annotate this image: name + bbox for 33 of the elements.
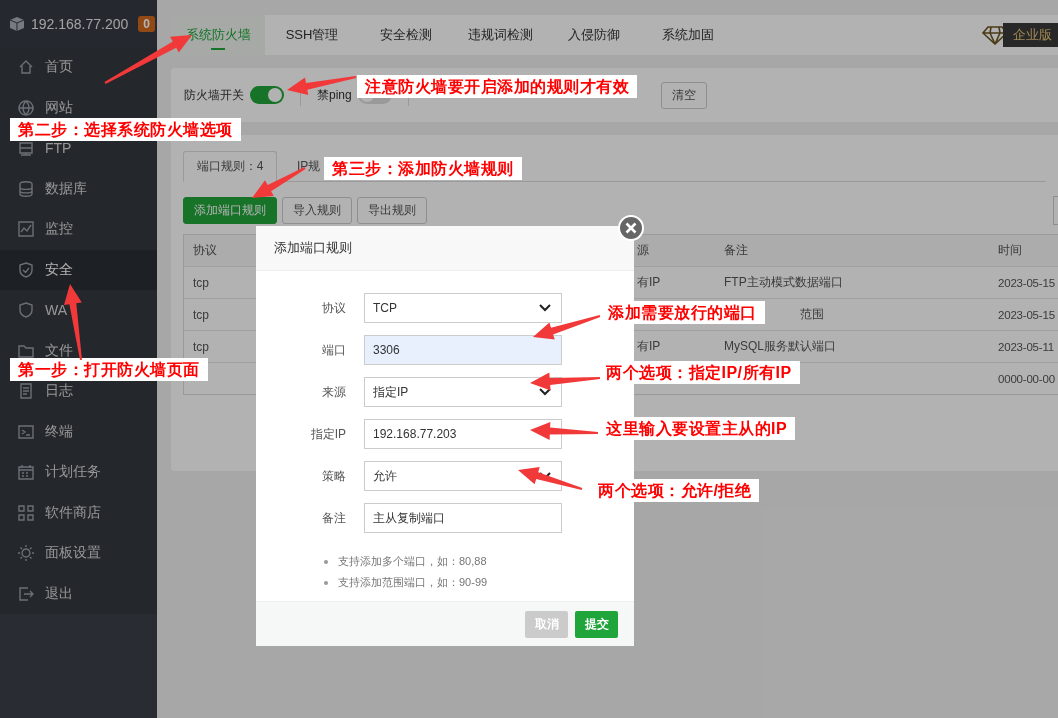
- table-cell: tcp: [193, 339, 209, 354]
- table-cell: tcp: [193, 307, 209, 322]
- annotation-tooltip: 第三步：添加防火墙规则: [324, 157, 522, 181]
- table-cell: 有IP: [637, 275, 661, 289]
- edition-badge: 企业版: [1003, 23, 1058, 47]
- column-header: 时间: [998, 243, 1022, 257]
- table-cell: 0000-00-00: [998, 372, 1055, 385]
- table-cell: MySQL服务默认端口: [724, 339, 836, 353]
- switch-label: 禁ping: [317, 86, 352, 104]
- annotation-tooltip: 注意防火墙要开启添加的规则才有效: [357, 75, 637, 99]
- table-cell: 2023-05-11: [998, 340, 1054, 353]
- field-label: 来源: [321, 383, 346, 401]
- annotation-tooltip: 第一步：打开防火墙页面: [10, 358, 208, 382]
- switch-label: 防火墙开关: [184, 86, 244, 104]
- column-header: 备注: [724, 243, 748, 257]
- field-label: 协议: [321, 299, 346, 317]
- column-header: 源: [637, 243, 649, 257]
- table-cell: 2023-05-15: [998, 276, 1055, 289]
- field-label: 策略: [321, 467, 346, 485]
- annotation-tooltip: 第二步：选择系统防火墙选项: [10, 118, 241, 142]
- field-label: 备注: [321, 509, 346, 527]
- table-cell: 有IP: [637, 339, 661, 353]
- table-cell: 2023-05-15: [998, 308, 1055, 321]
- column-header: 协议: [193, 243, 217, 257]
- server-address: 192.168.77.200: [31, 15, 129, 32]
- dialog-title: 添加端口规则: [274, 239, 352, 257]
- table-cell: 范围: [800, 307, 824, 321]
- hint-text: 支持添加多个端口，如：80,88: [338, 554, 487, 569]
- table-cell: tcp: [193, 275, 209, 290]
- field-label: 指定IP: [309, 425, 346, 443]
- hint-text: 支持添加范围端口，如：90-99: [338, 575, 488, 590]
- table-cell: FTP主动模式数据端口: [724, 275, 843, 289]
- field-label: 端口: [321, 341, 346, 359]
